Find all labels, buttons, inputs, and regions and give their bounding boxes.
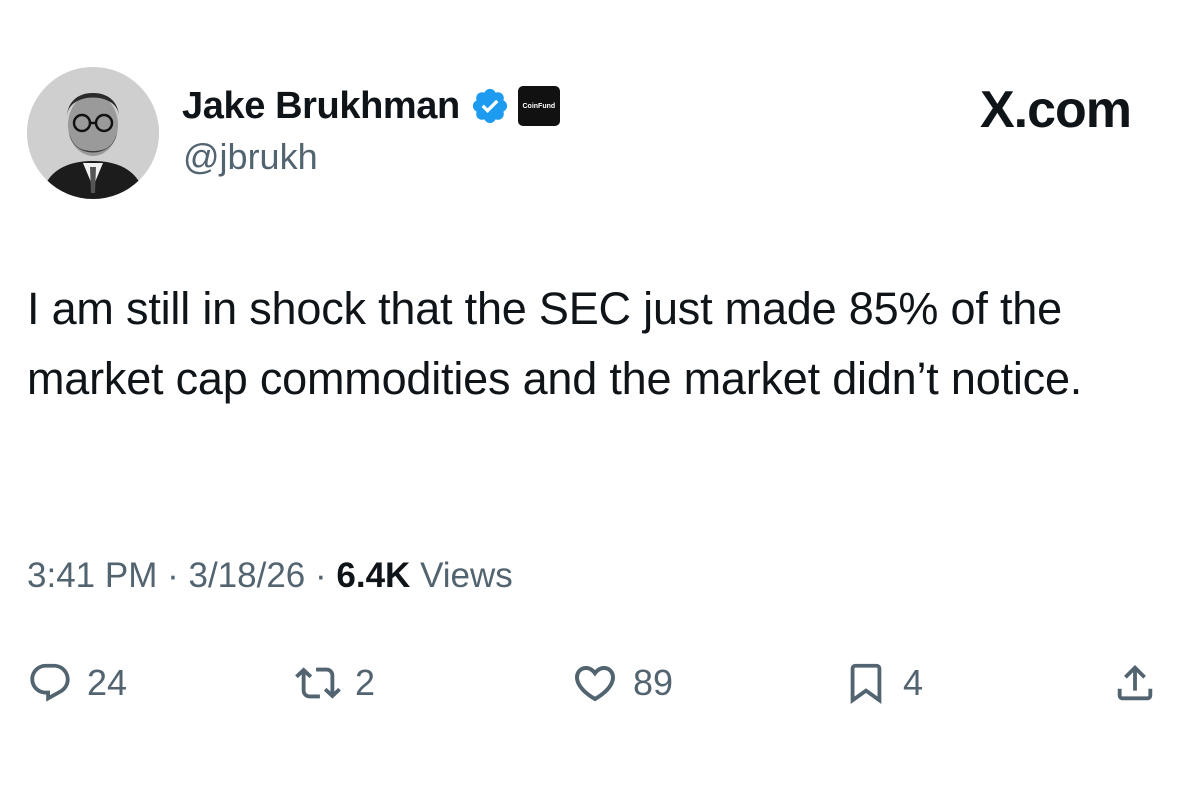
separator-dot: · <box>167 556 179 595</box>
tweet-text: I am still in shock that the SEC just ma… <box>27 283 1083 404</box>
bookmark-count: 4 <box>903 662 924 703</box>
avatar-image <box>27 67 159 199</box>
reply-count: 24 <box>87 662 128 703</box>
repost-icon <box>295 667 341 699</box>
repost-button[interactable]: 2 <box>295 650 375 716</box>
reply-button[interactable]: 24 <box>27 650 127 716</box>
author-name-row: Jake Brukhman CoinFund <box>182 84 560 128</box>
like-count: 89 <box>633 662 674 703</box>
views-label: Views <box>420 556 513 595</box>
avatar[interactable] <box>27 67 159 199</box>
author-display-name[interactable]: Jake Brukhman <box>182 85 460 128</box>
separator-dot: · <box>315 556 327 595</box>
tweet-time[interactable]: 3:41 PM <box>27 556 157 595</box>
tweet-action-bar: 24 2 89 4 <box>27 650 1177 716</box>
repost-count: 2 <box>355 662 376 703</box>
share-button[interactable] <box>1112 650 1158 716</box>
views-count[interactable]: 6.4K <box>336 556 410 595</box>
reply-icon <box>30 663 70 702</box>
brand-logo: X.com <box>979 81 1132 139</box>
like-button[interactable]: 89 <box>571 650 673 716</box>
author-handle[interactable]: @jbrukh <box>183 136 318 178</box>
heart-icon <box>574 666 616 702</box>
bookmark-button[interactable]: 4 <box>843 650 923 716</box>
affiliate-badge[interactable]: CoinFund <box>517 86 560 126</box>
verified-badge-icon[interactable] <box>470 86 510 126</box>
tweet-metadata: 3:41 PM · 3/18/26 · 6.4K Views <box>27 556 513 596</box>
bookmark-icon <box>850 663 882 704</box>
share-icon <box>1117 664 1153 701</box>
tweet-date[interactable]: 3/18/26 <box>188 556 305 595</box>
